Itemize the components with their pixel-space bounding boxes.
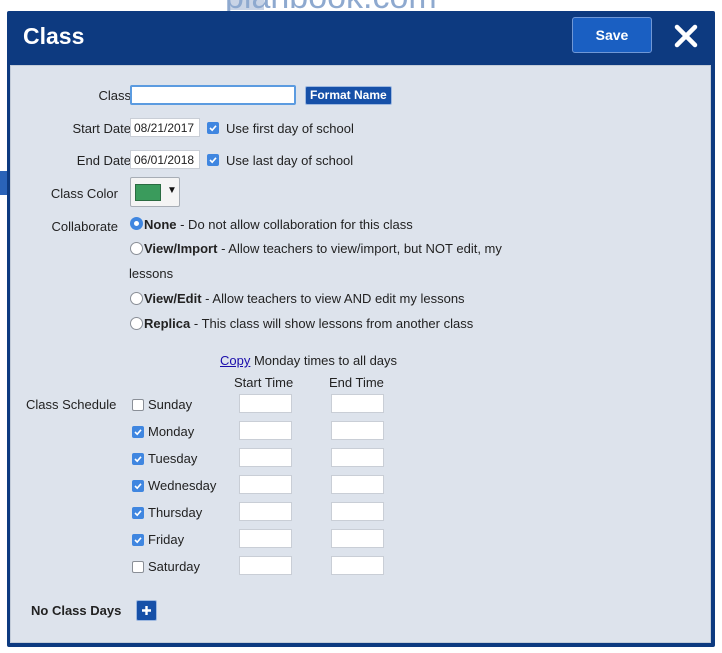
day-checkbox-thursday[interactable] — [132, 507, 144, 519]
end-time-input-saturday[interactable] — [331, 556, 384, 575]
use-first-day-checkbox[interactable] — [207, 122, 219, 134]
start-time-input-monday[interactable] — [239, 421, 292, 440]
start-time-header: Start Time — [234, 375, 294, 390]
class-color-picker[interactable]: ▼ — [130, 177, 180, 207]
start-time-input-saturday[interactable] — [239, 556, 292, 575]
day-label-saturday: Saturday — [148, 559, 201, 574]
day-checkbox-saturday[interactable] — [132, 561, 144, 573]
start-date-input[interactable] — [130, 118, 200, 137]
add-no-class-day-button[interactable] — [136, 600, 157, 621]
class-dialog: Class Save Class Format Name Start Date … — [7, 11, 715, 647]
dialog-body: Class Format Name Start Date Use first d… — [10, 65, 711, 643]
end-time-input-friday[interactable] — [331, 529, 384, 548]
start-time-input-friday[interactable] — [239, 529, 292, 548]
day-checkbox-friday[interactable] — [132, 534, 144, 546]
collaborate-view-import-radio[interactable] — [130, 242, 143, 255]
collaborate-view-edit-radio[interactable] — [130, 292, 143, 305]
checkmark-icon — [134, 510, 142, 517]
checkmark-icon — [134, 456, 142, 463]
use-last-day-label: Use last day of school — [226, 153, 354, 168]
class-label: Class — [98, 88, 131, 103]
end-time-input-tuesday[interactable] — [331, 448, 384, 467]
checkmark-icon — [134, 429, 142, 436]
copy-times-row: Copy Monday times to all days — [220, 353, 398, 368]
color-swatch — [135, 184, 161, 201]
start-time-input-wednesday[interactable] — [239, 475, 292, 494]
checkmark-icon — [134, 483, 142, 490]
day-checkbox-wednesday[interactable] — [132, 480, 144, 492]
day-label-thursday: Thursday — [148, 505, 203, 520]
start-time-input-sunday[interactable] — [239, 394, 292, 413]
end-time-input-monday[interactable] — [331, 421, 384, 440]
save-button[interactable]: Save — [572, 17, 652, 53]
collaborate-none-radio[interactable] — [130, 217, 143, 230]
class-name-input[interactable] — [130, 85, 296, 105]
checkmark-icon — [134, 537, 142, 544]
day-label-monday: Monday — [148, 424, 195, 439]
day-checkbox-sunday[interactable] — [132, 399, 144, 411]
use-first-day-label: Use first day of school — [226, 121, 354, 136]
end-date-label: End Date — [76, 153, 131, 168]
day-label-friday: Friday — [148, 532, 185, 547]
collaborate-replica-label: Replica - This class will show lessons f… — [144, 316, 474, 331]
class-color-label: Class Color — [50, 186, 118, 201]
end-time-header: End Time — [329, 375, 384, 390]
day-label-tuesday: Tuesday — [148, 451, 198, 466]
day-label-wednesday: Wednesday — [148, 478, 217, 493]
collaborate-view-import-label: View/Import - Allow teachers to view/imp… — [144, 241, 502, 256]
dialog-header: Class Save — [7, 11, 715, 61]
no-class-days-label: No Class Days — [31, 603, 122, 618]
collaborate-none-label: None - Do not allow collaboration for th… — [144, 217, 413, 232]
start-time-input-tuesday[interactable] — [239, 448, 292, 467]
checkmark-icon — [209, 125, 217, 132]
day-checkbox-tuesday[interactable] — [132, 453, 144, 465]
copy-times-link[interactable]: Copy — [220, 353, 250, 368]
use-last-day-checkbox[interactable] — [207, 154, 219, 166]
dropdown-arrow-icon: ▼ — [167, 185, 177, 196]
collaborate-label: Collaborate — [51, 219, 119, 234]
collaborate-view-import-label-cont: lessons — [129, 266, 174, 281]
start-time-input-thursday[interactable] — [239, 502, 292, 521]
end-date-input[interactable] — [130, 150, 200, 169]
end-time-input-wednesday[interactable] — [331, 475, 384, 494]
day-checkbox-monday[interactable] — [132, 426, 144, 438]
class-schedule-label: Class Schedule — [26, 397, 117, 412]
plus-icon — [142, 606, 151, 615]
close-button[interactable] — [669, 19, 703, 53]
dialog-title: Class — [23, 23, 85, 49]
day-label-sunday: Sunday — [148, 397, 193, 412]
end-time-input-sunday[interactable] — [331, 394, 384, 413]
end-time-input-thursday[interactable] — [331, 502, 384, 521]
close-icon — [674, 24, 698, 48]
start-date-label: Start Date — [72, 121, 131, 136]
checkmark-icon — [209, 157, 217, 164]
format-name-button[interactable]: Format Name — [305, 86, 392, 105]
collaborate-replica-radio[interactable] — [130, 317, 143, 330]
collaborate-view-edit-label: View/Edit - Allow teachers to view AND e… — [144, 291, 465, 306]
